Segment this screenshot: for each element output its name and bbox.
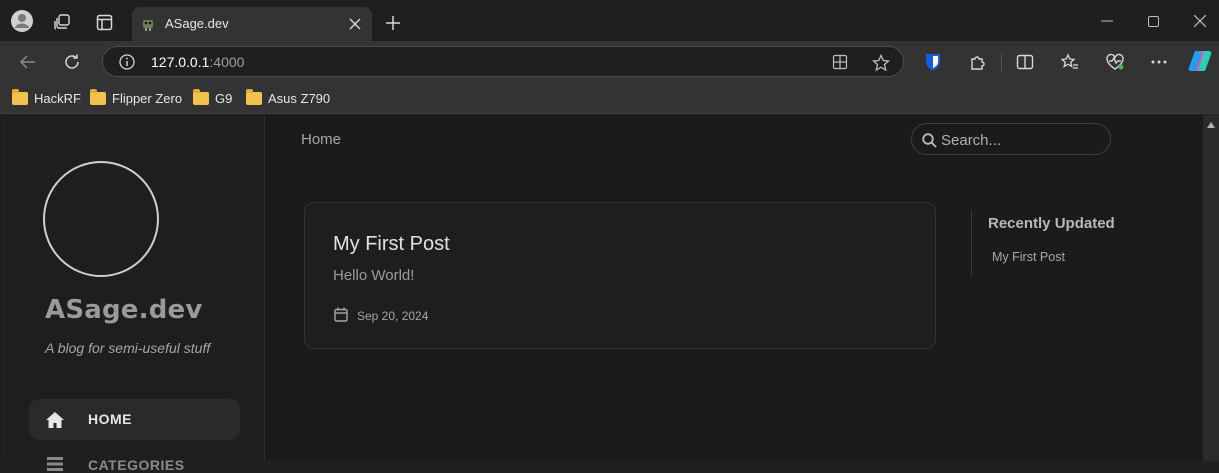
active-tab[interactable]: ASage.dev (132, 7, 372, 41)
browser-essentials-icon[interactable] (1104, 52, 1126, 72)
workspaces-icon[interactable] (53, 13, 71, 31)
tab-actions-icon[interactable] (96, 14, 113, 31)
panel-item[interactable]: My First Post (992, 250, 1065, 264)
scrollbar[interactable] (1203, 115, 1219, 461)
nav-item-label: CATEGORIES (88, 457, 185, 473)
close-window-icon[interactable] (1192, 13, 1208, 29)
scroll-up-arrow-icon[interactable] (1207, 121, 1215, 129)
page-content: ASage.dev A blog for semi-useful stuff H… (5, 115, 1203, 473)
refresh-icon[interactable] (62, 52, 82, 72)
folder-icon (12, 88, 28, 105)
site-favicon-icon (140, 16, 156, 32)
new-tab-icon[interactable] (384, 14, 402, 32)
breadcrumb: Home (301, 131, 342, 148)
post-date: Sep 20, 2024 (357, 309, 429, 323)
copilot-icon[interactable] (1187, 49, 1213, 73)
nav-item-label: HOME (88, 411, 132, 427)
recently-updated-panel: Recently Updated My First Post (971, 210, 1151, 276)
profile-icon[interactable] (10, 9, 34, 33)
back-icon[interactable] (18, 52, 38, 72)
panel-title: Recently Updated (988, 215, 1115, 232)
minimize-icon[interactable] (1099, 13, 1115, 29)
folder-icon (193, 88, 209, 105)
tab-strip: ASage.dev (0, 0, 1219, 41)
favorites-icon[interactable] (1060, 52, 1080, 72)
bookmark-hackrf[interactable]: HackRF (12, 88, 81, 108)
bookmark-asus-z790[interactable]: Asus Z790 (246, 88, 330, 108)
search-box[interactable] (911, 123, 1111, 155)
sidebar: ASage.dev A blog for semi-useful stuff H… (5, 115, 265, 473)
address-bar[interactable]: 127.0.0.1:4000 (102, 46, 904, 77)
extensions-icon[interactable] (968, 52, 988, 72)
categories-icon (46, 457, 64, 471)
close-tab-icon[interactable] (348, 17, 362, 31)
bookmarks-bar: HackRF Flipper Zero G9 Asus Z790 (0, 82, 1219, 114)
url-host: 127.0.0.1 (151, 54, 210, 70)
maximize-icon[interactable] (1145, 13, 1161, 29)
toolbar-divider (1001, 53, 1002, 71)
folder-icon (90, 88, 106, 105)
bookmark-label: G9 (215, 90, 233, 106)
avatar[interactable] (43, 161, 159, 277)
bookmark-label: Flipper Zero (112, 90, 183, 106)
url-text[interactable]: 127.0.0.1:4000 (151, 54, 244, 70)
search-input[interactable] (941, 130, 1101, 150)
more-options-icon[interactable] (1149, 52, 1169, 72)
nav-item-categories[interactable]: CATEGORIES (29, 451, 240, 473)
nav-item-home[interactable]: HOME (29, 399, 240, 440)
tab-title: ASage.dev (165, 16, 229, 31)
browser-toolbar: 127.0.0.1:4000 (0, 41, 1219, 82)
post-title[interactable]: My First Post (333, 233, 450, 256)
post-excerpt: Hello World! (333, 267, 415, 284)
favorite-star-icon[interactable] (872, 54, 890, 72)
split-screen-icon[interactable] (1015, 52, 1035, 72)
site-title[interactable]: ASage.dev (45, 295, 203, 325)
bookmark-label: Asus Z790 (268, 90, 331, 106)
app-available-icon[interactable] (832, 54, 848, 70)
url-port: :4000 (209, 54, 245, 70)
bookmark-g9[interactable]: G9 (193, 88, 232, 108)
search-icon (921, 132, 937, 148)
bookmark-label: HackRF (34, 90, 81, 106)
home-icon (46, 411, 64, 428)
site-info-icon[interactable] (119, 54, 135, 70)
bitwarden-icon[interactable] (924, 52, 942, 72)
bookmark-flipper-zero[interactable]: Flipper Zero (90, 88, 182, 108)
calendar-icon (334, 307, 348, 322)
folder-icon (246, 88, 262, 105)
post-card[interactable]: My First Post Hello World! Sep 20, 2024 (304, 202, 936, 349)
site-subtitle: A blog for semi-useful stuff (45, 340, 211, 356)
